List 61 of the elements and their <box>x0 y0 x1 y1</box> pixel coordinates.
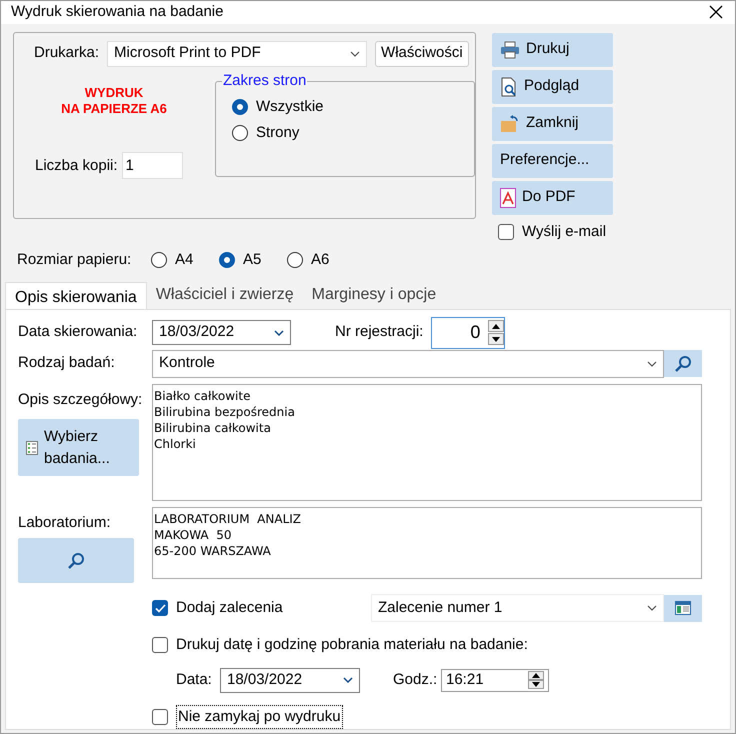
email-checkbox[interactable]: Wyślij e-mail <box>498 220 613 243</box>
laboratory-label: Laboratorium: <box>18 512 112 532</box>
radio-option[interactable]: Wszystkie <box>232 96 474 118</box>
details-label: Opis szczegółowy: <box>18 390 144 410</box>
chevron-down-icon <box>647 360 657 366</box>
sampling-time-label: Godz.: <box>393 670 438 690</box>
printer-label: Drukarka: <box>34 43 100 64</box>
exam-type-dropdown[interactable]: Kontrole <box>152 350 664 378</box>
triangle-up-icon[interactable] <box>532 673 540 678</box>
table-icon-button[interactable] <box>664 594 702 622</box>
chevron-down-icon <box>274 330 284 336</box>
details-textarea[interactable]: Białko całkowite Bilirubina bezpośrednia Bilirubina całkowita Chlorki <box>152 384 702 500</box>
search-button[interactable] <box>664 350 702 377</box>
action-button[interactable]: Preferencje... <box>492 144 613 178</box>
radio-option[interactable]: A4 <box>151 249 219 272</box>
triangle-down-icon[interactable] <box>532 682 540 687</box>
chevron-down-icon <box>350 50 360 56</box>
paper-size-label: Rozmiar papieru: <box>17 250 132 270</box>
recommendation-dropdown[interactable]: Zalecenie numer 1 <box>371 594 664 622</box>
referral-date-picker[interactable]: 18/03/2022 <box>152 320 291 345</box>
chevron-down-icon <box>647 605 657 611</box>
action-button[interactable]: Drukuj <box>492 32 613 66</box>
tab[interactable]: Właściciel i zwierzę <box>146 280 303 308</box>
checklist-icon <box>26 440 38 454</box>
radio-option[interactable]: A5 <box>219 249 287 272</box>
action-button[interactable]: Zamknij <box>492 106 613 140</box>
search-icon <box>67 552 85 570</box>
printer-dropdown[interactable]: Microsoft Print to PDF <box>107 40 368 66</box>
document-search-icon <box>500 76 518 96</box>
action-button[interactable]: Do PDF <box>492 180 613 214</box>
select-exams-button[interactable]: Wybierz badania... <box>18 419 139 476</box>
sampling-date-label: Data: <box>176 670 213 690</box>
triangle-up-icon[interactable] <box>492 324 500 328</box>
radio-option[interactable]: A6 <box>287 249 355 272</box>
folder-icon <box>500 114 520 132</box>
sampling-date-picker[interactable]: 18/03/2022 <box>220 668 360 692</box>
sampling-time-field[interactable]: 16:21 <box>441 668 549 692</box>
chevron-down-icon <box>343 677 353 683</box>
laboratory-textarea[interactable]: LABORATORIUM ANALIZ MAKOWA 50 65-200 WARSZAWA <box>152 506 702 578</box>
print-notice: WYDRUK NA PAPIERZE A6 <box>60 84 168 118</box>
tab[interactable]: Opis skierowania <box>5 282 147 308</box>
triangle-down-icon[interactable] <box>492 336 500 342</box>
registration-number-label: Nr rejestracji: <box>335 322 424 342</box>
close-icon[interactable] <box>709 5 723 20</box>
action-button[interactable]: Podgląd <box>492 70 613 104</box>
properties-button[interactable]: Właściwości <box>375 40 469 66</box>
recommendations-checkbox[interactable]: Dodaj zalecenia <box>152 596 371 620</box>
copies-label: Liczba kopii: <box>35 156 118 176</box>
radio-option[interactable]: Strony <box>232 122 474 144</box>
referral-date-label: Data skierowania: <box>18 322 138 342</box>
print-sampling-checkbox[interactable]: Drukuj datę i godzinę pobrania materiału na badanie: <box>152 634 528 656</box>
registration-number-field[interactable]: 0 <box>431 316 506 348</box>
printer-icon <box>500 40 520 58</box>
tab[interactable]: Marginesy i opcje <box>302 280 446 308</box>
pdf-icon <box>500 188 516 208</box>
checkmark-icon <box>154 604 166 612</box>
copies-field[interactable]: 1 <box>122 152 183 180</box>
exam-type-label: Rodzaj badań: <box>18 353 116 374</box>
table-icon <box>675 601 691 615</box>
window-title: Wydruk skierowania na badanie <box>11 2 224 22</box>
search-icon <box>674 354 692 372</box>
